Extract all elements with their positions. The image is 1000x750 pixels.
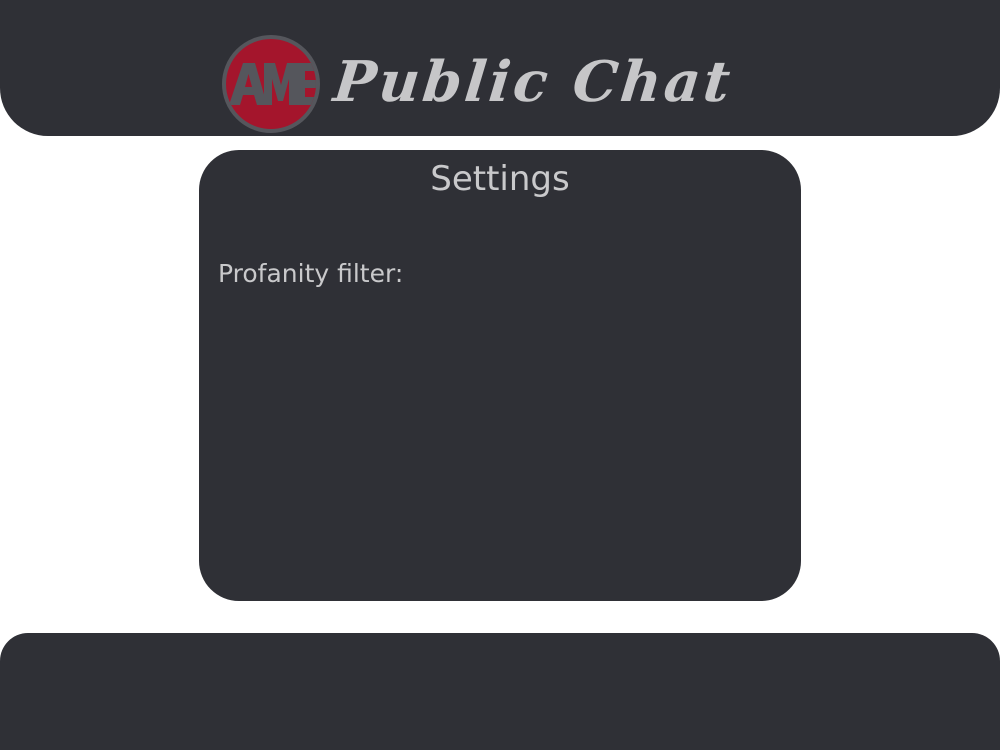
settings-panel: Settings Profanity filter: (199, 150, 801, 601)
app-footer (0, 633, 1000, 750)
app-header: Public Chat (0, 0, 1000, 136)
ame-logo (222, 35, 320, 133)
ame-logo-mark (229, 63, 316, 105)
app-title: Public Chat (330, 49, 737, 115)
settings-title: Settings (430, 159, 570, 199)
profanity-filter-label: Profanity filter: (218, 259, 404, 288)
